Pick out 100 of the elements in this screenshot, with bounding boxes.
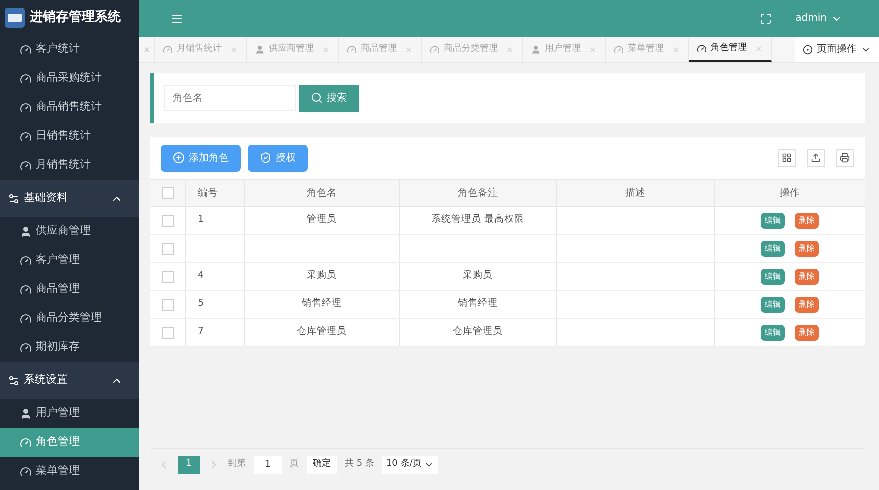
confirm-button[interactable]: 确定 xyxy=(307,456,337,474)
dot-circle-icon xyxy=(803,44,813,54)
table-cell-text: 仓库管理员 xyxy=(453,325,503,340)
tab[interactable]: 供应商管理 xyxy=(247,37,339,62)
settings-icon xyxy=(8,192,20,204)
total-count: 共 5 条 xyxy=(345,458,374,471)
logo-icon xyxy=(4,6,26,28)
close-icon[interactable] xyxy=(589,46,597,54)
sidebar-group[interactable]: 基础资料 xyxy=(0,180,139,217)
gauge-icon xyxy=(20,254,32,266)
sidebar-item[interactable]: 供应商管理 xyxy=(0,217,139,246)
tab-label: 月销售统计 xyxy=(177,42,222,56)
tab[interactable]: 用户管理 xyxy=(523,37,606,62)
person-icon xyxy=(20,408,32,420)
tab[interactable]: 月销售统计 xyxy=(155,37,247,62)
delete-button[interactable]: 删除 xyxy=(795,324,819,340)
fullscreen-button[interactable] xyxy=(760,12,772,24)
row-checkbox[interactable] xyxy=(162,298,174,310)
table-cell-text: 管理员 xyxy=(307,213,337,228)
sidebar-item[interactable]: 商品分类管理 xyxy=(0,304,139,333)
menu-toggle-button[interactable] xyxy=(171,12,183,24)
table-cell-text: 系统管理员 最高权限 xyxy=(431,213,525,228)
sidebar-item[interactable]: 菜单管理 xyxy=(0,457,139,486)
sidebar-item[interactable]: 商品销售统计 xyxy=(0,93,139,122)
edit-button[interactable]: 编辑 xyxy=(761,324,785,340)
gauge-icon xyxy=(20,312,32,324)
search-field[interactable]: 角色名 xyxy=(164,85,296,111)
tab-label: 菜单管理 xyxy=(628,42,664,56)
fullscreen-icon xyxy=(760,12,772,24)
close-icon[interactable] xyxy=(230,46,238,54)
print-button[interactable] xyxy=(836,149,854,167)
group-label: 基础资料 xyxy=(24,190,69,206)
row-checkbox[interactable] xyxy=(162,326,174,338)
gauge-icon xyxy=(20,284,32,296)
grid-icon xyxy=(782,153,792,163)
sidebar-item[interactable]: 日销售统计 xyxy=(0,122,139,151)
table-cell-text: 5 xyxy=(198,297,204,312)
close-icon[interactable] xyxy=(322,46,330,54)
tab[interactable]: 角色管理 xyxy=(689,37,772,62)
sidebar-item[interactable]: 商品采购统计 xyxy=(0,64,139,93)
goto-label: 到第 xyxy=(228,458,246,471)
close-icon[interactable] xyxy=(755,44,763,52)
gauge-icon xyxy=(347,44,357,54)
table-cell-text: 采购员 xyxy=(307,269,337,284)
delete-button[interactable]: 删除 xyxy=(795,268,819,284)
page-button[interactable]: 1 xyxy=(178,456,200,474)
table-cell-text: 采购员 xyxy=(463,269,493,284)
tab-label: 商品管理 xyxy=(361,42,397,56)
table-cell-text: 仓库管理员 xyxy=(297,325,347,340)
column-header: 角色备注 xyxy=(458,186,498,200)
page-size-select[interactable]: 10 条/页 xyxy=(382,456,438,474)
person-icon xyxy=(20,226,32,238)
gauge-icon xyxy=(20,160,32,172)
search-button[interactable]: 搜索 xyxy=(299,84,359,112)
tab[interactable]: 菜单管理 xyxy=(606,37,689,62)
gauge-icon xyxy=(20,72,32,84)
delete-button[interactable]: 删除 xyxy=(795,240,819,256)
page-actions-button[interactable]: 页面操作 xyxy=(795,37,879,62)
upload-icon xyxy=(811,153,821,163)
columns-button[interactable] xyxy=(778,149,796,167)
tab[interactable]: 商品管理 xyxy=(339,37,422,62)
tab[interactable]: 商品分类管理 xyxy=(422,37,523,62)
sidebar-group[interactable]: 系统设置 xyxy=(0,362,139,399)
row-checkbox[interactable] xyxy=(162,242,174,254)
sidebar-item[interactable]: 用户管理 xyxy=(0,399,139,428)
table-cell-text: 销售经理 xyxy=(458,297,498,312)
person-icon xyxy=(255,44,265,54)
sidebar-item[interactable]: 期初库存 xyxy=(0,333,139,362)
add-role-button[interactable]: 添加角色 xyxy=(161,144,241,172)
shield-icon xyxy=(260,152,272,164)
gauge-icon xyxy=(163,44,173,54)
sidebar-item[interactable]: 月销售统计 xyxy=(0,151,139,180)
edit-button[interactable]: 编辑 xyxy=(761,268,785,284)
select-all-checkbox[interactable] xyxy=(162,187,174,199)
export-button[interactable] xyxy=(807,149,825,167)
page-unit-label: 页 xyxy=(290,458,299,471)
close-icon[interactable] xyxy=(405,46,413,54)
column-header: 角色名 xyxy=(307,186,337,200)
column-header: 描述 xyxy=(626,186,646,200)
app-title: 进销存管理系统 xyxy=(30,8,121,27)
gauge-icon xyxy=(20,436,32,448)
sidebar-item[interactable]: 客户管理 xyxy=(0,246,139,275)
sidebar-item[interactable]: 角色管理 xyxy=(0,428,139,457)
delete-button[interactable]: 删除 xyxy=(795,296,819,312)
delete-button[interactable]: 删除 xyxy=(795,212,819,228)
gauge-icon xyxy=(614,44,624,54)
table-cell-text: 4 xyxy=(198,269,204,284)
menu-icon xyxy=(171,12,183,24)
close-icon[interactable] xyxy=(506,46,514,54)
edit-button[interactable]: 编辑 xyxy=(761,296,785,312)
row-checkbox[interactable] xyxy=(162,270,174,282)
sidebar-item[interactable]: 客户统计 xyxy=(0,35,139,64)
row-checkbox[interactable] xyxy=(162,214,174,226)
close-icon[interactable] xyxy=(672,46,680,54)
user-menu[interactable]: admin xyxy=(796,11,843,26)
grant-button[interactable]: 授权 xyxy=(248,144,308,172)
edit-button[interactable]: 编辑 xyxy=(761,240,785,256)
sidebar-item[interactable]: 商品管理 xyxy=(0,275,139,304)
edit-button[interactable]: 编辑 xyxy=(761,212,785,228)
page-field[interactable]: 1 xyxy=(254,456,282,474)
